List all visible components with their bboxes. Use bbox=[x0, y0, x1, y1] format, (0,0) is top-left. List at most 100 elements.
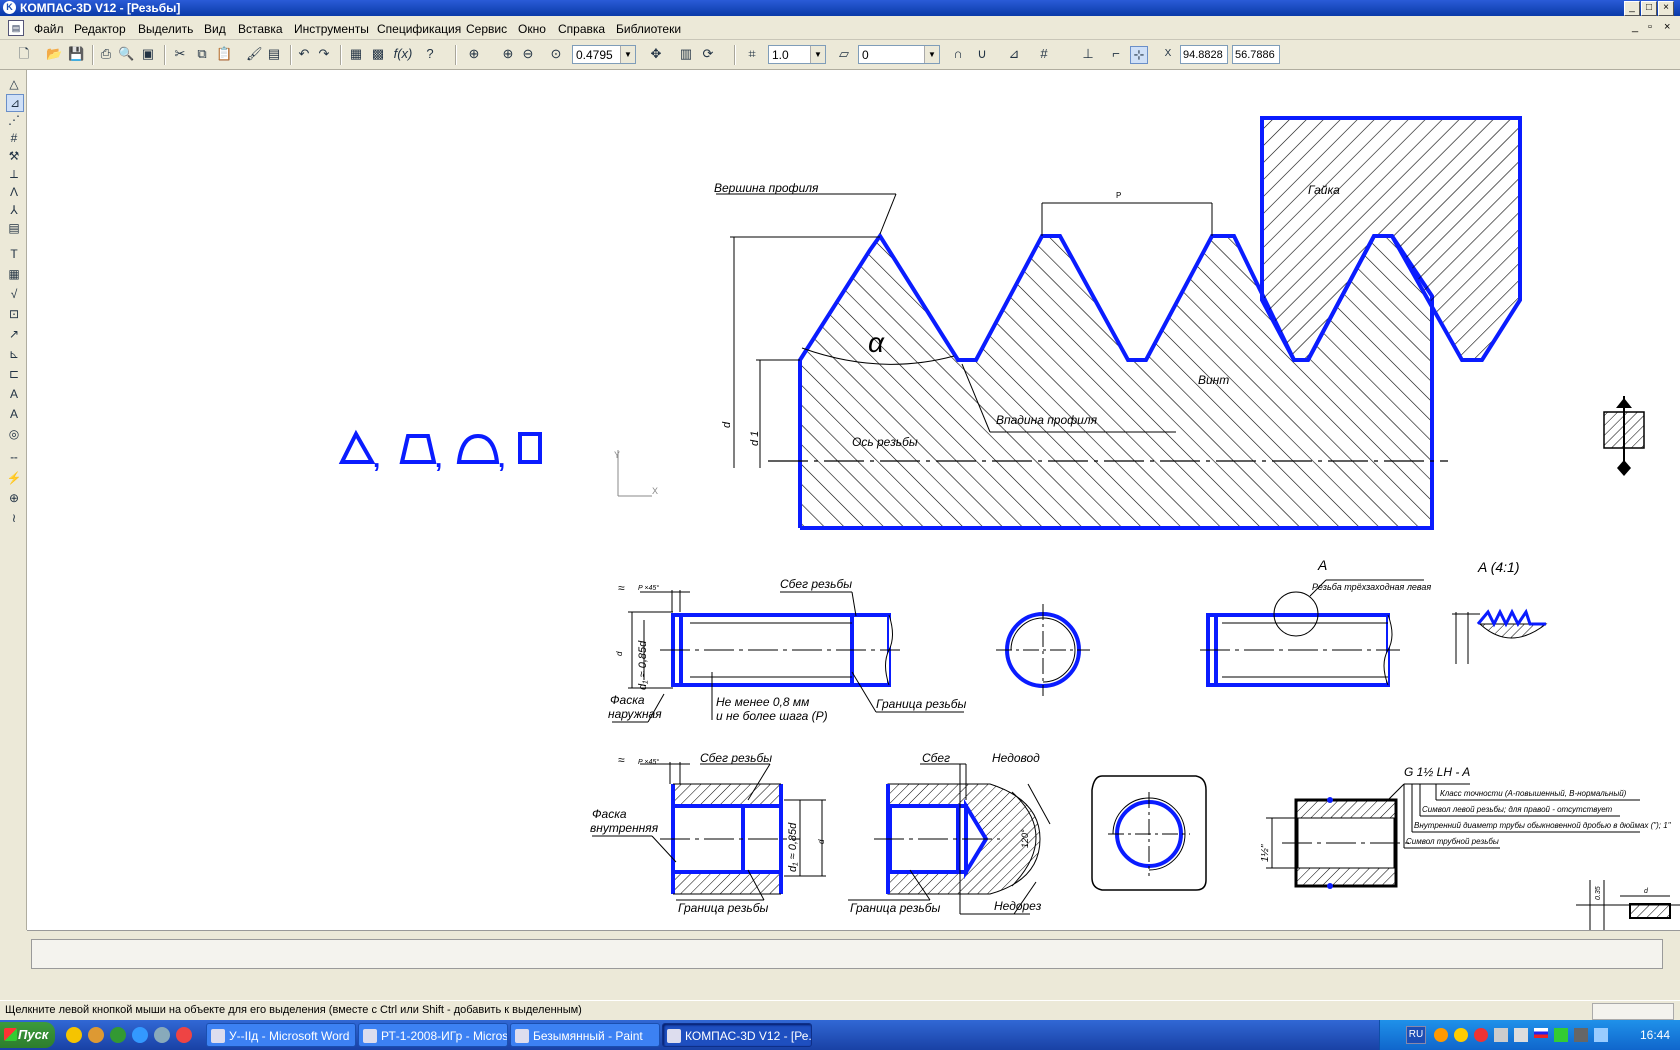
save-icon[interactable]: 💾 bbox=[68, 46, 84, 62]
properties-brush-icon[interactable]: 🖌 bbox=[246, 46, 263, 62]
layer-combo[interactable]: 0 ▼ bbox=[858, 45, 940, 64]
volume-icon[interactable] bbox=[1594, 1028, 1608, 1042]
regenerate-icon[interactable]: ▥ bbox=[678, 46, 694, 62]
pipe-thread-view[interactable] bbox=[1282, 797, 1410, 889]
menu-help[interactable]: Справка bbox=[558, 22, 605, 36]
menu-view[interactable]: Вид bbox=[204, 22, 226, 36]
copy-icon[interactable]: ⧉ bbox=[194, 46, 210, 62]
round-mode-icon[interactable]: ⊹ bbox=[1130, 46, 1148, 64]
document-icon[interactable]: ▤ bbox=[8, 20, 24, 36]
ortho-mode-icon[interactable]: ⌐ bbox=[1108, 46, 1124, 62]
task-paint[interactable]: Безымянный - Paint bbox=[510, 1023, 660, 1047]
menu-service[interactable]: Сервис bbox=[466, 22, 507, 36]
axis-line-icon[interactable]: ╌ bbox=[6, 450, 22, 466]
menu-file[interactable]: Файл bbox=[34, 22, 64, 36]
step-cursor-icon[interactable]: ⌗ bbox=[744, 46, 760, 62]
tray-app-icon[interactable] bbox=[1474, 1028, 1488, 1042]
refresh-icon[interactable]: ⟳ bbox=[700, 46, 716, 62]
paste-icon[interactable]: 📋 bbox=[216, 46, 232, 62]
coord-x-field[interactable]: 94.8828 bbox=[1180, 45, 1228, 64]
flag-icon[interactable] bbox=[1534, 1028, 1548, 1038]
view-arrow-icon[interactable]: A bbox=[6, 386, 22, 402]
print-preview-icon[interactable]: 🔍 bbox=[118, 46, 134, 62]
chevron-down-icon[interactable]: ▼ bbox=[620, 46, 635, 63]
chrome-icon[interactable] bbox=[176, 1027, 192, 1043]
center-mark-icon[interactable]: ⊕ bbox=[6, 490, 22, 506]
variables-fx-icon[interactable]: f(x) bbox=[392, 46, 414, 62]
zoom-combo[interactable]: 0.4795 ▼ bbox=[572, 45, 636, 64]
zoom-in-icon[interactable]: ⊕ bbox=[500, 46, 516, 62]
menu-window[interactable]: Окно bbox=[518, 22, 546, 36]
tolerance-icon[interactable]: ⊏ bbox=[6, 366, 22, 382]
snap-settings-icon[interactable]: ∪ bbox=[974, 46, 990, 62]
ie-icon[interactable] bbox=[132, 1027, 148, 1043]
mdi-minimize-button[interactable]: _ bbox=[1632, 21, 1638, 33]
command-input[interactable] bbox=[31, 939, 1663, 969]
step-combo[interactable]: 1.0 ▼ bbox=[768, 45, 826, 64]
geometry-icon[interactable]: △ bbox=[6, 76, 22, 92]
dimensions-icon[interactable]: ⊿ bbox=[6, 94, 24, 112]
local-cs-icon[interactable]: ⊥ bbox=[1080, 46, 1096, 62]
tray-app-icon[interactable] bbox=[1494, 1028, 1508, 1042]
wave-icon[interactable]: ◎ bbox=[6, 426, 22, 442]
tray-app-icon[interactable] bbox=[1574, 1028, 1588, 1042]
redo-icon[interactable]: ↷ bbox=[316, 46, 332, 62]
print-icon[interactable]: ⎙ bbox=[98, 46, 114, 62]
table-icon[interactable]: ▦ bbox=[6, 266, 22, 282]
snap-magnet-icon[interactable]: ∩ bbox=[950, 46, 966, 62]
text-icon[interactable]: T bbox=[6, 246, 22, 262]
roughness-icon[interactable]: √ bbox=[6, 286, 22, 302]
new-file-icon[interactable]: 🗋 bbox=[16, 46, 32, 62]
position-icon[interactable]: ⊾ bbox=[6, 346, 22, 362]
task-kompas[interactable]: КОМПАС-3D V12 - [Ре... bbox=[662, 1023, 812, 1047]
orthogonal-icon[interactable]: ⊿ bbox=[1006, 46, 1022, 62]
layers-icon[interactable]: ▱ bbox=[836, 46, 852, 62]
lightning-icon[interactable]: ⚡ bbox=[6, 470, 22, 486]
edit-grid-icon[interactable]: # bbox=[6, 130, 22, 146]
break-line-icon[interactable]: ≀ bbox=[6, 510, 22, 526]
measure-icon[interactable]: ⟂ bbox=[6, 166, 22, 182]
cut-icon[interactable]: ✂ bbox=[172, 46, 188, 62]
help-pointer-icon[interactable]: ? bbox=[422, 46, 438, 62]
tray-app-icon[interactable] bbox=[1454, 1028, 1468, 1042]
preview-icon[interactable]: ▣ bbox=[140, 46, 156, 62]
chevron-down-icon[interactable]: ▼ bbox=[810, 46, 825, 63]
quicklaunch-app-icon[interactable] bbox=[88, 1027, 104, 1043]
quicklaunch-app-icon[interactable] bbox=[110, 1027, 126, 1043]
quicklaunch-app-icon[interactable] bbox=[66, 1027, 82, 1043]
selection-icon[interactable]: Λ bbox=[6, 184, 22, 200]
tray-app-icon[interactable] bbox=[1434, 1028, 1448, 1042]
spec-icon[interactable]: ▤ bbox=[6, 220, 22, 236]
internal-thread-end-view[interactable] bbox=[1091, 775, 1207, 891]
maximize-button[interactable]: □ bbox=[1641, 1, 1657, 16]
external-thread-end-view[interactable] bbox=[996, 604, 1090, 696]
mdi-restore-button[interactable]: ▫ bbox=[1648, 21, 1652, 33]
drawing-canvas[interactable]: , , , Y X Вершина профиля P Гайка α Винт… bbox=[27, 70, 1680, 930]
minimize-button[interactable]: _ bbox=[1624, 1, 1640, 16]
zoom-scale-icon[interactable]: ⊙ bbox=[548, 46, 564, 62]
task-word-1[interactable]: У--ІІд - Microsoft Word bbox=[206, 1023, 356, 1047]
menu-libraries[interactable]: Библиотеки bbox=[616, 22, 681, 36]
open-file-icon[interactable]: 📂 bbox=[46, 46, 62, 62]
menu-select[interactable]: Выделить bbox=[138, 22, 193, 36]
desktop-icon[interactable] bbox=[154, 1027, 170, 1043]
menu-specification[interactable]: Спецификация bbox=[377, 22, 461, 36]
grid-icon[interactable]: # bbox=[1036, 46, 1052, 62]
coord-y-field[interactable]: 56.7886 bbox=[1232, 45, 1280, 64]
parametrization-icon[interactable]: ⚒ bbox=[6, 148, 22, 164]
section-icon[interactable]: A bbox=[6, 406, 22, 422]
library-icon[interactable]: ▩ bbox=[370, 46, 386, 62]
task-word-2[interactable]: РТ-1-2008-ИГр - Microso... bbox=[358, 1023, 508, 1047]
tray-app-icon[interactable] bbox=[1514, 1028, 1528, 1042]
symbols-icon[interactable]: ⋰ bbox=[6, 112, 22, 128]
external-thread-view[interactable] bbox=[660, 613, 900, 687]
list-icon[interactable]: ▤ bbox=[266, 46, 282, 62]
chevron-down-icon[interactable]: ▼ bbox=[924, 46, 939, 63]
mdi-close-button[interactable]: × bbox=[1664, 21, 1670, 33]
clock[interactable]: 16:44 bbox=[1640, 1028, 1670, 1042]
blind-hole-view[interactable] bbox=[874, 783, 1041, 895]
base-icon[interactable]: ⊡ bbox=[6, 306, 22, 322]
menu-tools[interactable]: Инструменты bbox=[294, 22, 369, 36]
zoom-frame-icon[interactable]: ⊕ bbox=[466, 46, 482, 62]
kompas-app-icon[interactable]: K bbox=[3, 1, 16, 14]
